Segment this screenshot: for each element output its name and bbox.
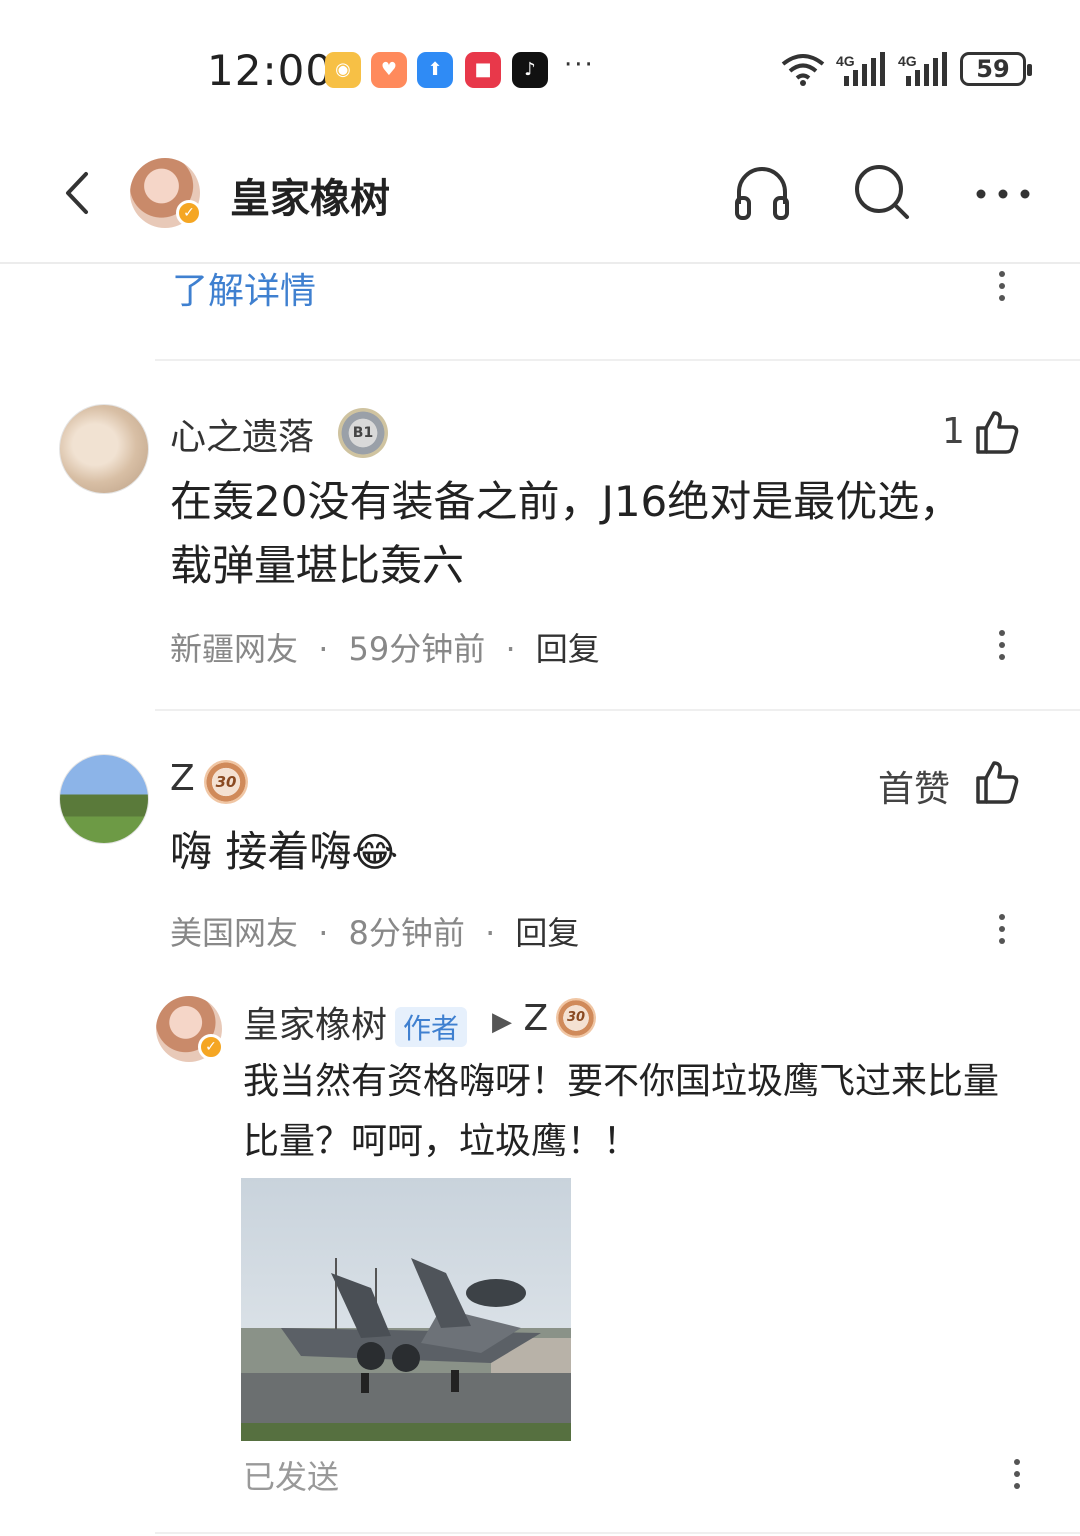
huawei-appgallery-icon: ■	[465, 52, 501, 88]
reply-arrow-icon: ▶	[492, 1007, 512, 1037]
reply-text: 我当然有资格嗨呀！要不你国垃圾鹰飞过来比量比量？呵呵，垃圾鹰！！	[243, 1061, 1000, 1162]
reply-target: ▶ Z	[492, 998, 548, 1039]
reply-username-row: 皇家橡树 作者	[243, 996, 468, 1048]
page-title: 皇家橡树	[230, 176, 390, 222]
first-like-label[interactable]: 首赞	[878, 760, 950, 812]
more-options-icon[interactable]	[998, 271, 1006, 307]
comment-time: 59分钟前	[348, 630, 486, 668]
separator: ·	[318, 914, 329, 952]
more-options-icon[interactable]	[998, 914, 1006, 950]
verified-badge-icon: ✓	[176, 200, 202, 226]
divider	[155, 1532, 1080, 1534]
comment-text-content: 嗨 接着嗨	[170, 827, 352, 876]
tiktok-icon: ♪	[512, 52, 548, 88]
status-bar: 12:00 ◉ ♥ ⬆ ■ ♪ ··· 4G 4G 59	[0, 0, 1080, 130]
clock: 12:00	[207, 46, 334, 95]
comment-meta: 新疆网友 · 59分钟前 · 回复	[170, 624, 600, 670]
comment-username[interactable]: 心之遗落	[170, 408, 314, 460]
level-badge-icon: B1	[338, 408, 388, 458]
learn-more-link[interactable]: 了解详情	[172, 262, 316, 314]
wifi-icon	[781, 54, 825, 86]
signal-icon-2: 4G	[898, 52, 947, 86]
thumbs-up-icon[interactable]	[974, 410, 1020, 454]
top-app-bar: ✓ 皇家橡树	[0, 130, 1080, 264]
upload-icon: ⬆	[417, 52, 453, 88]
author-tag: 作者	[395, 1007, 468, 1047]
more-options-icon[interactable]	[1013, 1459, 1021, 1495]
separator: ·	[505, 630, 516, 668]
author-avatar[interactable]: ✓	[130, 158, 202, 228]
battery-indicator: 59	[960, 52, 1032, 86]
comment-text: 在轰20没有装备之前，J16绝对是最优选，载弹量堪比轰六	[170, 477, 962, 590]
sent-status: 已发送	[243, 1458, 340, 1496]
search-icon[interactable]	[852, 162, 912, 222]
comment-time: 8分钟前	[348, 914, 465, 952]
laughing-emoji-icon: 😂	[351, 830, 399, 876]
comment-text: 嗨 接着嗨😂	[170, 820, 970, 885]
reply-author-avatar[interactable]: ✓	[156, 996, 224, 1062]
back-icon[interactable]	[58, 168, 98, 218]
separator: ·	[485, 914, 496, 952]
separator: ·	[318, 630, 329, 668]
divider	[155, 709, 1080, 711]
reply-username[interactable]: 皇家橡树	[243, 1005, 387, 1046]
level-badge-icon: 30	[556, 998, 596, 1038]
more-icon[interactable]	[975, 188, 1031, 200]
network-type-1: 4G	[836, 53, 855, 69]
signal-icon-1: 4G	[836, 52, 885, 86]
commenter-avatar[interactable]	[59, 754, 149, 844]
reply-button[interactable]: 回复	[515, 914, 579, 952]
more-notifications-icon: ···	[564, 50, 595, 80]
more-options-icon[interactable]	[998, 630, 1006, 666]
comment-meta: 美国网友 · 8分钟前 · 回复	[170, 908, 579, 954]
fighter-jet-photo[interactable]	[241, 1178, 571, 1441]
thumbs-up-icon[interactable]	[974, 760, 1020, 804]
headphones-icon[interactable]	[734, 162, 790, 222]
health-icon: ♥	[371, 52, 407, 88]
level-badge-icon: 30	[204, 760, 248, 804]
comment-username[interactable]: Z	[170, 758, 195, 799]
comment-location: 美国网友	[170, 914, 299, 952]
reply-target-username[interactable]: Z	[523, 998, 548, 1039]
divider	[155, 359, 1080, 361]
like-count: 1	[942, 411, 965, 452]
network-type-2: 4G	[898, 53, 917, 69]
comment-location: 新疆网友	[170, 630, 299, 668]
commenter-avatar[interactable]	[59, 404, 149, 494]
verified-badge-icon: ✓	[198, 1034, 224, 1060]
weibo-icon: ◉	[325, 52, 361, 88]
reply-button[interactable]: 回复	[536, 630, 600, 668]
